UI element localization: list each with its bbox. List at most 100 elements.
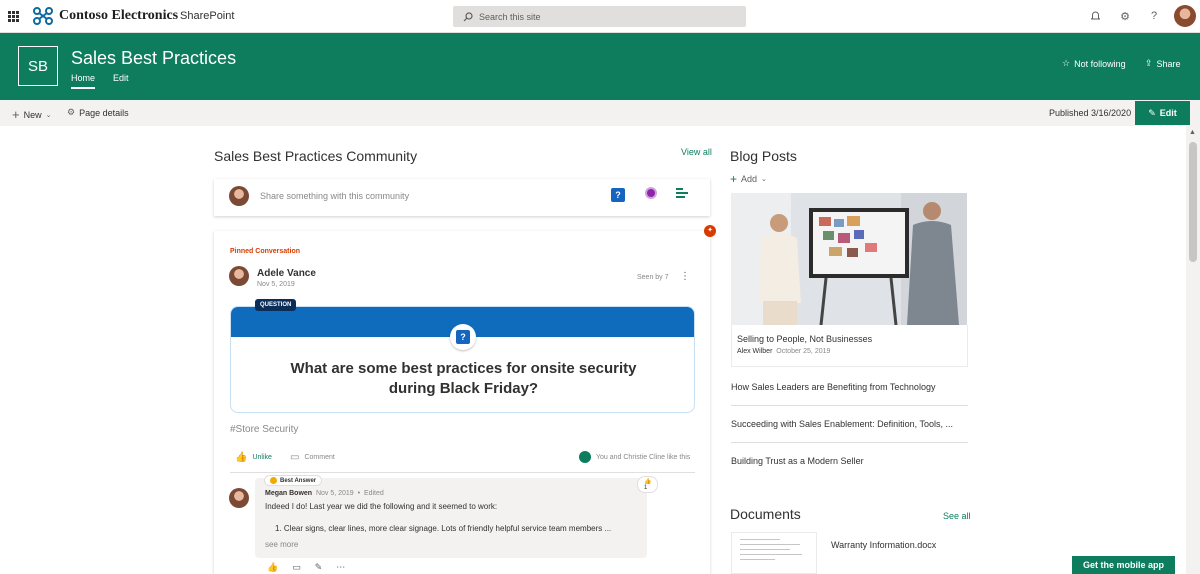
scroll-thumb[interactable] bbox=[1189, 142, 1197, 262]
comment-icon[interactable]: ▭ bbox=[292, 562, 301, 573]
question-icon[interactable]: ? bbox=[611, 188, 625, 202]
blog-featured-meta: Alex Wilber October 25, 2019 bbox=[737, 348, 830, 355]
avatar[interactable] bbox=[229, 266, 249, 286]
edit-page-button[interactable]: ✎ Edit bbox=[1135, 101, 1190, 125]
conversation-card: Pinned Conversation Adele Vance Nov 5, 2… bbox=[214, 231, 710, 574]
like-icon: 👍 bbox=[235, 452, 248, 463]
pencil-icon: ✎ bbox=[1148, 107, 1156, 118]
likes-summary[interactable]: You and Christie Cline like this bbox=[579, 451, 690, 463]
avatar bbox=[229, 186, 249, 206]
nav-home[interactable]: Home bbox=[71, 73, 96, 89]
search-icon bbox=[463, 11, 473, 21]
share-label: Share bbox=[1156, 58, 1181, 69]
comment-button[interactable]: ▭ Comment bbox=[290, 452, 335, 463]
reply-date: Nov 5, 2019 bbox=[315, 490, 354, 497]
blog-post-item[interactable]: How Sales Leaders are Benefiting from Te… bbox=[731, 382, 968, 392]
best-answer-label: Best Answer bbox=[280, 477, 317, 484]
add-blog-post-button[interactable]: + Add ⌄ bbox=[730, 172, 767, 186]
blog-date: October 25, 2019 bbox=[776, 348, 831, 355]
site-header: SB Sales Best Practices Home Edit ☆ Not … bbox=[0, 33, 1200, 100]
brand-name: Contoso Electronics bbox=[59, 8, 179, 23]
search-input[interactable]: Search this site bbox=[453, 6, 746, 27]
question-badge: QUESTION bbox=[255, 299, 297, 311]
avatar[interactable] bbox=[229, 488, 249, 508]
add-label: Add bbox=[741, 174, 758, 184]
unlike-button[interactable]: 👍 Unlike bbox=[235, 452, 272, 463]
more-icon[interactable]: ⋮ bbox=[680, 271, 690, 282]
gear-icon: ⚙ bbox=[67, 107, 76, 117]
star-icon: ☆ bbox=[1062, 58, 1071, 68]
community-view-all-link[interactable]: View all bbox=[681, 147, 712, 157]
plus-icon: + bbox=[730, 172, 738, 186]
post-date: Nov 5, 2019 bbox=[257, 281, 295, 288]
new-label: New bbox=[23, 109, 42, 120]
bell-icon[interactable] bbox=[1087, 8, 1103, 24]
edit-label: Edit bbox=[1159, 108, 1177, 118]
reply-author[interactable]: Megan Bowen bbox=[265, 490, 312, 497]
pinned-label: Pinned Conversation bbox=[230, 248, 301, 255]
settings-icon[interactable]: ⚙ bbox=[1117, 8, 1133, 24]
see-more-link[interactable]: see more bbox=[265, 540, 298, 549]
blog-featured-card[interactable] bbox=[731, 325, 968, 367]
poll-icon[interactable] bbox=[676, 188, 688, 202]
pin-icon: ✦ bbox=[704, 225, 716, 237]
divider bbox=[230, 472, 695, 473]
reply-like-count[interactable]: 👍 1 bbox=[637, 476, 659, 493]
community-publisher[interactable]: Share something with this community ? bbox=[214, 179, 710, 216]
search-placeholder: Search this site bbox=[479, 11, 541, 22]
user-avatar[interactable] bbox=[1174, 5, 1196, 27]
divider bbox=[731, 442, 968, 443]
like-icon[interactable]: 👍 bbox=[267, 562, 278, 573]
like-icon bbox=[579, 451, 591, 463]
reply-actions: 👍 ▭ ✎ ⋯ bbox=[267, 562, 345, 573]
question-icon: ? bbox=[450, 324, 476, 350]
reply-like-number: 1 bbox=[644, 485, 648, 491]
app-name[interactable]: SharePoint bbox=[180, 10, 234, 22]
site-logo[interactable]: SB bbox=[18, 46, 58, 86]
blog-featured-title[interactable]: Selling to People, Not Businesses bbox=[737, 334, 872, 344]
nav-edit[interactable]: Edit bbox=[113, 73, 129, 83]
publisher-placeholder[interactable]: Share something with this community bbox=[260, 191, 409, 201]
brand[interactable]: Contoso Electronics bbox=[33, 7, 178, 25]
site-title[interactable]: Sales Best Practices bbox=[71, 48, 236, 69]
new-button[interactable]: + New ⌄ bbox=[12, 107, 51, 122]
chevron-down-icon: ⌄ bbox=[45, 111, 52, 119]
document-name[interactable]: Warranty Information.docx bbox=[831, 540, 936, 550]
reply-meta: Megan Bowen Nov 5, 2019 • Edited bbox=[265, 490, 384, 497]
best-answer-reply: Best Answer 👍 1 Megan Bowen Nov 5, 2019 … bbox=[255, 475, 659, 558]
plus-icon: + bbox=[12, 107, 20, 122]
chevron-down-icon: ⌄ bbox=[761, 176, 767, 183]
waffle-icon[interactable] bbox=[8, 11, 19, 22]
reply-edited: Edited bbox=[363, 490, 384, 497]
seen-by[interactable]: Seen by 7 bbox=[637, 274, 669, 281]
documents-see-all-link[interactable]: See all bbox=[943, 511, 971, 521]
page-scrollbar[interactable]: ▲ bbox=[1186, 126, 1200, 574]
reply-text: Indeed I do! Last year we did the follow… bbox=[265, 502, 498, 511]
documents-title: Documents bbox=[730, 506, 801, 522]
post-author[interactable]: Adele Vance bbox=[257, 268, 316, 279]
follow-button[interactable]: ☆ Not following bbox=[1062, 58, 1126, 69]
edit-icon[interactable]: ✎ bbox=[315, 562, 323, 573]
page-details-label: Page details bbox=[79, 107, 129, 118]
comment-label: Comment bbox=[304, 454, 335, 461]
blog-featured-image[interactable] bbox=[731, 193, 967, 325]
divider bbox=[731, 405, 968, 406]
scroll-up-icon[interactable]: ▲ bbox=[1189, 129, 1196, 136]
get-mobile-app-button[interactable]: Get the mobile app bbox=[1072, 556, 1175, 574]
blog-post-item[interactable]: Building Trust as a Modern Seller bbox=[731, 456, 968, 466]
reply-list-item: 1. Clear signs, clear lines, more clear … bbox=[275, 524, 612, 533]
document-thumbnail[interactable] bbox=[731, 532, 817, 574]
page-details-button[interactable]: ⚙ Page details bbox=[67, 107, 129, 118]
best-answer-icon bbox=[270, 477, 277, 484]
topic-tag[interactable]: #Store Security bbox=[230, 424, 298, 435]
more-icon[interactable]: ⋯ bbox=[336, 562, 345, 573]
likes-summary-text: You and Christie Cline like this bbox=[596, 453, 691, 461]
community-title: Sales Best Practices Community bbox=[214, 148, 418, 164]
published-status: Published 3/16/2020 bbox=[1049, 108, 1132, 118]
praise-icon[interactable] bbox=[645, 187, 657, 199]
help-icon[interactable]: ? bbox=[1146, 8, 1162, 24]
blog-author: Alex Wilber bbox=[737, 348, 773, 355]
blog-post-item[interactable]: Succeeding with Sales Enablement: Defini… bbox=[731, 419, 968, 429]
share-button[interactable]: ⇪ Share bbox=[1145, 58, 1181, 69]
question-card: ? What are some best practices for onsit… bbox=[230, 306, 695, 413]
